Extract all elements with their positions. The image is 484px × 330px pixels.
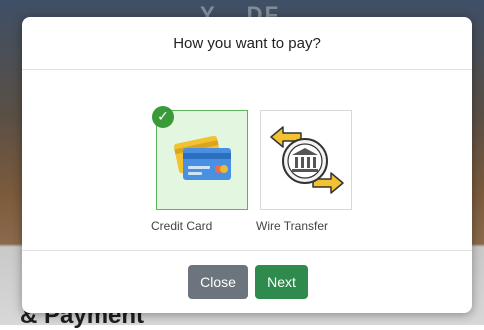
selected-check-icon: ✓ bbox=[152, 106, 174, 128]
option-credit-card-label: Credit Card bbox=[151, 219, 213, 233]
dialog-title: How you want to pay? bbox=[173, 34, 321, 52]
dialog-footer: Close Next bbox=[22, 251, 472, 313]
next-button[interactable]: Next bbox=[255, 265, 308, 299]
payment-method-dialog: How you want to pay? ✓ Credit Card Wire … bbox=[22, 17, 472, 313]
dialog-header: How you want to pay? bbox=[22, 17, 472, 70]
close-button[interactable]: Close bbox=[188, 265, 248, 299]
credit-card-icon bbox=[173, 135, 231, 180]
dialog-body: ✓ Credit Card Wire Transfer bbox=[22, 70, 472, 251]
option-wire-transfer[interactable] bbox=[260, 110, 352, 210]
bank-transfer-icon bbox=[270, 126, 344, 194]
option-wire-transfer-label: Wire Transfer bbox=[256, 219, 329, 233]
